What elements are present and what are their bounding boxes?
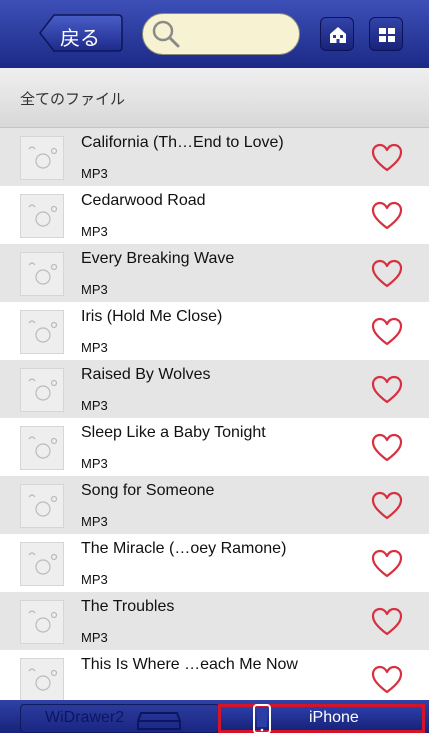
favorite-heart-icon[interactable] xyxy=(371,607,403,637)
album-art-thumbnail xyxy=(20,426,64,470)
file-title: The Miracle (…oey Ramone) xyxy=(81,540,287,557)
album-art-thumbnail xyxy=(20,658,64,700)
grid-view-button[interactable] xyxy=(369,17,403,51)
file-title: The Troubles xyxy=(81,598,175,615)
album-art-thumbnail xyxy=(20,542,64,586)
drive-icon xyxy=(137,712,181,730)
list-item[interactable]: The Miracle (…oey Ramone) MP3 xyxy=(0,534,429,592)
favorite-heart-icon[interactable] xyxy=(371,549,403,579)
file-list: California (Th…End to Love) MP3 Cedarwoo… xyxy=(0,128,429,700)
list-item[interactable]: California (Th…End to Love) MP3 xyxy=(0,128,429,186)
home-icon xyxy=(330,27,346,43)
phone-icon xyxy=(253,704,271,734)
album-art-thumbnail xyxy=(20,194,64,238)
file-title: Cedarwood Road xyxy=(81,192,206,209)
album-art-thumbnail xyxy=(20,252,64,296)
tab-iphone[interactable]: iPhone xyxy=(218,704,425,734)
favorite-heart-icon[interactable] xyxy=(371,491,403,521)
music-placeholder-icon xyxy=(28,610,58,633)
back-button-label: 戻る xyxy=(60,26,100,50)
back-button[interactable]: 戻る xyxy=(38,13,124,53)
list-item[interactable]: Sleep Like a Baby Tonight MP3 xyxy=(0,418,429,476)
music-placeholder-icon xyxy=(28,494,58,517)
file-type: MP3 xyxy=(81,514,108,529)
list-item[interactable]: Song for Someone MP3 xyxy=(0,476,429,534)
file-title: California (Th…End to Love) xyxy=(81,134,284,151)
breadcrumb: 全てのファイル xyxy=(0,68,429,128)
file-title: Song for Someone xyxy=(81,482,215,499)
search-input[interactable] xyxy=(142,13,300,55)
top-toolbar: 戻る xyxy=(0,0,429,68)
music-placeholder-icon xyxy=(28,146,58,169)
file-title: Every Breaking Wave xyxy=(81,250,235,267)
album-art-thumbnail xyxy=(20,368,64,412)
bottom-tab-bar: WiDrawer2 iPhone xyxy=(0,700,429,734)
list-item[interactable]: Every Breaking Wave MP3 xyxy=(0,244,429,302)
file-type: MP3 xyxy=(81,340,108,355)
music-placeholder-icon xyxy=(28,436,58,459)
file-type: MP3 xyxy=(81,166,108,181)
music-placeholder-icon xyxy=(28,668,58,691)
list-item[interactable]: Iris (Hold Me Close) MP3 xyxy=(0,302,429,360)
tab-iphone-label: iPhone xyxy=(309,709,359,726)
tab-widrawer[interactable]: WiDrawer2 xyxy=(20,704,220,733)
music-placeholder-icon xyxy=(28,262,58,285)
favorite-heart-icon[interactable] xyxy=(371,143,403,173)
file-type: MP3 xyxy=(81,456,108,471)
album-art-thumbnail xyxy=(20,484,64,528)
album-art-thumbnail xyxy=(20,600,64,644)
music-placeholder-icon xyxy=(28,204,58,227)
favorite-heart-icon[interactable] xyxy=(371,317,403,347)
file-title: Raised By Wolves xyxy=(81,366,211,383)
breadcrumb-label: 全てのファイル xyxy=(20,90,126,108)
file-title: This Is Where …each Me Now xyxy=(81,656,298,673)
favorite-heart-icon[interactable] xyxy=(371,201,403,231)
file-title: Iris (Hold Me Close) xyxy=(81,308,223,325)
favorite-heart-icon[interactable] xyxy=(371,259,403,289)
music-placeholder-icon xyxy=(28,378,58,401)
favorite-heart-icon[interactable] xyxy=(371,375,403,405)
favorite-heart-icon[interactable] xyxy=(371,433,403,463)
list-item[interactable]: The Troubles MP3 xyxy=(0,592,429,650)
search-icon xyxy=(152,20,180,48)
album-art-thumbnail xyxy=(20,136,64,180)
file-type: MP3 xyxy=(81,572,108,587)
favorite-heart-icon[interactable] xyxy=(371,665,403,695)
file-title: Sleep Like a Baby Tonight xyxy=(81,424,266,441)
file-type: MP3 xyxy=(81,398,108,413)
home-button[interactable] xyxy=(320,17,354,51)
file-type: MP3 xyxy=(81,224,108,239)
album-art-thumbnail xyxy=(20,310,64,354)
tab-widrawer-label: WiDrawer2 xyxy=(45,709,125,726)
grid-icon xyxy=(379,28,395,42)
list-item[interactable]: This Is Where …each Me Now xyxy=(0,650,429,700)
music-placeholder-icon xyxy=(28,552,58,575)
file-type: MP3 xyxy=(81,282,108,297)
file-type: MP3 xyxy=(81,630,108,645)
music-placeholder-icon xyxy=(28,320,58,343)
list-item[interactable]: Cedarwood Road MP3 xyxy=(0,186,429,244)
list-item[interactable]: Raised By Wolves MP3 xyxy=(0,360,429,418)
